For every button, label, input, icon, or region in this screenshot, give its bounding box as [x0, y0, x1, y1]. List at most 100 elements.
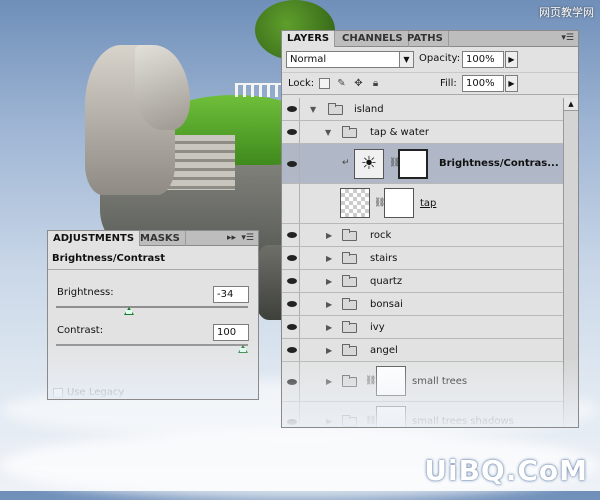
- layer-group-small-trees[interactable]: ▶ ⛓ small trees: [282, 362, 564, 402]
- adjustment-title: Brightness/Contrast: [52, 253, 166, 264]
- collapse-triangle-icon[interactable]: ▶: [326, 377, 332, 386]
- visibility-eye-icon[interactable]: [284, 121, 300, 143]
- brightness-slider-track[interactable]: [56, 306, 248, 308]
- visibility-eye-icon[interactable]: [284, 316, 300, 338]
- contrast-slider-knob[interactable]: [238, 345, 248, 353]
- scroll-up-icon[interactable]: ▲: [564, 98, 578, 111]
- divider: [48, 269, 258, 270]
- visibility-eye-icon[interactable]: [284, 270, 300, 292]
- layer-group-island[interactable]: ▼ island: [282, 98, 564, 121]
- watermark-site: 网页教学网: [539, 6, 594, 19]
- layer-group-small-trees-shadows[interactable]: ▶ ⛓ small trees shadows: [282, 402, 564, 427]
- expand-triangle-icon[interactable]: ▼: [310, 105, 316, 114]
- layer-group-angel[interactable]: ▶ angel: [282, 339, 564, 362]
- opacity-input[interactable]: 100%: [462, 51, 504, 68]
- tab-channels[interactable]: CHANNELS: [337, 31, 409, 47]
- layer-group-ivy[interactable]: ▶ ivy: [282, 316, 564, 339]
- layer-group-rock[interactable]: ▶ rock: [282, 224, 564, 247]
- collapse-triangle-icon[interactable]: ▶: [326, 254, 332, 263]
- adjustments-panel: ADJUSTMENTS MASKS ▸▸ ▾☰ Brightness/Contr…: [47, 230, 259, 400]
- visibility-eye-icon[interactable]: [284, 293, 300, 315]
- tab-layers[interactable]: LAYERS: [282, 31, 336, 47]
- collapse-triangle-icon[interactable]: ▶: [326, 231, 332, 240]
- layer-name: bonsai: [370, 299, 403, 310]
- layer-name: angel: [370, 345, 398, 356]
- brightness-input[interactable]: -34: [213, 286, 249, 303]
- visibility-eye-icon[interactable]: [284, 339, 300, 361]
- fill-slider-button[interactable]: ▶: [505, 75, 518, 92]
- tab-paths[interactable]: PATHS: [402, 31, 449, 47]
- layer-mask-thumbnail[interactable]: [384, 188, 414, 218]
- layer-name: rock: [370, 230, 392, 241]
- folder-icon: [342, 252, 357, 264]
- use-legacy-label: Use Legacy: [67, 387, 125, 398]
- opacity-slider-button[interactable]: ▶: [505, 51, 518, 68]
- visibility-eye-icon[interactable]: [284, 402, 300, 427]
- layer-group-quartz[interactable]: ▶ quartz: [282, 270, 564, 293]
- collapse-triangle-icon[interactable]: ▶: [326, 300, 332, 309]
- contrast-input[interactable]: 100: [213, 324, 249, 341]
- contrast-label: Contrast:: [57, 325, 104, 336]
- use-legacy-checkbox[interactable]: [53, 388, 63, 398]
- folder-icon: [342, 275, 357, 287]
- tab-adjustments[interactable]: ADJUSTMENTS: [48, 231, 141, 246]
- fill-input[interactable]: 100%: [462, 75, 504, 92]
- brightness-adjustment-icon: ☀: [354, 149, 384, 179]
- layer-name: small trees: [412, 376, 468, 387]
- layer-name: ivy: [370, 322, 385, 333]
- layer-name: small trees shadows: [412, 416, 514, 427]
- layer-name: tap: [420, 198, 437, 209]
- layer-group-stairs[interactable]: ▶ stairs: [282, 247, 564, 270]
- panel-menu-icon[interactable]: ▾☰: [561, 33, 574, 43]
- watermark-domain: UiBQ.CoM: [424, 454, 588, 487]
- blend-mode-select[interactable]: Normal ▼: [286, 51, 414, 68]
- layer-name: tap & water: [370, 127, 430, 138]
- layer-name: island: [354, 104, 384, 115]
- folder-icon: [342, 375, 357, 387]
- collapse-panel-icon[interactable]: ▸▸: [227, 233, 236, 243]
- visibility-eye-icon[interactable]: [284, 362, 300, 401]
- expand-triangle-icon[interactable]: ▼: [325, 128, 331, 137]
- lock-pixels-icon[interactable]: ✎: [336, 78, 347, 89]
- collapse-triangle-icon[interactable]: ▶: [326, 323, 332, 332]
- lock-position-icon[interactable]: ✥: [353, 78, 364, 89]
- layer-tap[interactable]: ⛓ tap: [282, 184, 564, 224]
- layer-thumbnail[interactable]: [340, 188, 370, 218]
- lock-all-icon[interactable]: 🔒︎: [370, 78, 381, 89]
- layers-tab-bar: LAYERS CHANNELS PATHS ▾☰: [282, 31, 578, 47]
- brightness-slider-knob[interactable]: [123, 307, 134, 315]
- visibility-eye-icon[interactable]: [284, 247, 300, 269]
- layers-scrollbar[interactable]: ▲: [563, 98, 578, 427]
- panel-menu-icon[interactable]: ▾☰: [241, 233, 254, 243]
- collapse-triangle-icon[interactable]: ▶: [326, 346, 332, 355]
- adjustments-tab-bar: ADJUSTMENTS MASKS ▸▸ ▾☰: [48, 231, 258, 246]
- layer-name: Brightness/Contras...: [439, 158, 559, 169]
- contrast-slider-track[interactable]: [56, 344, 248, 346]
- layer-mask-thumbnail[interactable]: [376, 366, 406, 396]
- collapse-triangle-icon[interactable]: ▶: [326, 277, 332, 286]
- layer-brightness-contrast[interactable]: ↵ ☀ ⛓ Brightness/Contras...: [282, 144, 564, 184]
- layer-group-bonsai[interactable]: ▶ bonsai: [282, 293, 564, 316]
- folder-icon: [342, 344, 357, 356]
- layer-name: stairs: [370, 253, 398, 264]
- chevron-down-icon: ▼: [399, 52, 413, 67]
- layer-mask-thumbnail[interactable]: [398, 149, 428, 179]
- lock-transparency-icon[interactable]: [319, 78, 330, 89]
- fill-label: Fill:: [440, 78, 457, 89]
- blend-row: Normal ▼ Opacity: 100% ▶: [282, 47, 578, 73]
- visibility-eye-icon[interactable]: [284, 224, 300, 246]
- visibility-eye-icon[interactable]: [284, 98, 300, 120]
- brightness-label: Brightness:: [57, 287, 114, 298]
- lock-row: Lock: ✎ ✥ 🔒︎ Fill: 100% ▶: [282, 73, 578, 95]
- opacity-label: Opacity:: [419, 53, 461, 64]
- tab-masks[interactable]: MASKS: [135, 231, 186, 246]
- layer-mask-thumbnail[interactable]: [376, 406, 406, 427]
- link-chain-icon: ⛓: [365, 416, 377, 426]
- folder-icon: [342, 298, 357, 310]
- layer-list: ▼ island ▼ tap & water ↵ ☀ ⛓ Brightness/…: [282, 98, 564, 427]
- folder-icon: [328, 103, 343, 115]
- collapse-triangle-icon[interactable]: ▶: [326, 417, 332, 426]
- folder-icon: [342, 415, 357, 427]
- visibility-eye-icon[interactable]: [284, 144, 300, 183]
- layer-group-tap-water[interactable]: ▼ tap & water: [282, 121, 564, 144]
